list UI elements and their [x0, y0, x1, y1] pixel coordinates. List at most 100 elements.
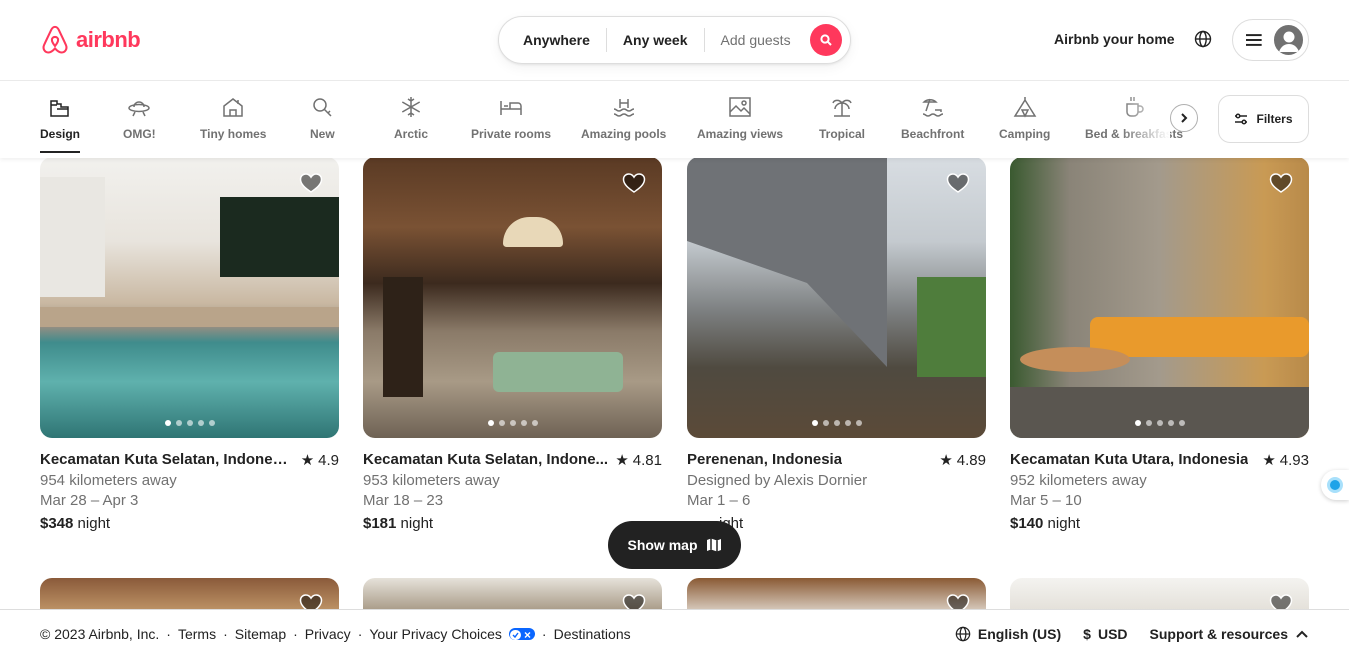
copyright: © 2023 Airbnb, Inc.	[40, 625, 160, 642]
listing-rating: ★ 4.89	[939, 451, 986, 470]
show-map-button[interactable]: Show map	[608, 521, 741, 569]
separator: ·	[357, 625, 363, 642]
tent-icon	[1013, 97, 1037, 118]
listing-price: $140 night	[1010, 515, 1081, 532]
listing-location: Kecamatan Kuta Selatan, Indonesia	[40, 451, 290, 468]
globe-icon[interactable]	[1194, 30, 1212, 53]
separator: ·	[541, 625, 547, 642]
category-arctic[interactable]: Arctic	[394, 95, 428, 141]
listing-dates: Mar 1 – 6	[687, 492, 751, 509]
listing-rating: ★ 4.93	[1262, 451, 1309, 470]
user-menu-button[interactable]	[1232, 19, 1309, 61]
airbnb-logo[interactable]: airbnb	[40, 24, 141, 56]
category-tiny-homes[interactable]: Tiny homes	[200, 95, 266, 141]
support-label: Support & resources	[1149, 625, 1288, 642]
search-button[interactable]	[810, 24, 842, 56]
photo-dots	[687, 420, 986, 426]
globe-icon	[955, 626, 971, 641]
category-label: New	[310, 127, 335, 141]
search-when[interactable]: Any week	[607, 32, 704, 48]
category-label: Beachfront	[901, 127, 965, 141]
category-tropical[interactable]: Tropical	[819, 95, 865, 141]
category-label: Tropical	[819, 127, 866, 141]
star-icon: ★	[939, 452, 953, 469]
host-link[interactable]: Airbnb your home	[1054, 31, 1175, 47]
footer-link-sitemap[interactable]: Sitemap	[235, 626, 286, 642]
category-label: Amazing views	[697, 127, 784, 141]
show-map-label: Show map	[627, 537, 698, 553]
sliders-icon	[1235, 113, 1248, 125]
star-icon: ★	[300, 452, 315, 469]
currency-selector[interactable]: $ USD	[1083, 626, 1127, 642]
category-new[interactable]: New	[310, 95, 335, 141]
separator: ·	[293, 625, 298, 642]
beach-icon	[921, 98, 943, 117]
top-header: airbnb Anywhere Any week Add guests Airb…	[0, 0, 1349, 81]
category-label: Camping	[999, 127, 1051, 141]
pool-icon	[613, 99, 634, 117]
listing-photo[interactable]	[1010, 157, 1309, 438]
footer-link-terms[interactable]: Terms	[178, 626, 216, 642]
currency-label: USD	[1097, 625, 1128, 642]
listing-dates: Mar 18 – 23	[363, 492, 444, 509]
footer: © 2023 Airbnb, Inc. · Terms · Sitemap · …	[0, 609, 1349, 657]
listing-rating: ★ 4.9	[300, 451, 339, 470]
sparkle-key-icon	[313, 98, 332, 117]
tiny-home-icon	[223, 98, 243, 117]
category-bar: Design OMG! Tiny homes New Arctic Privat…	[0, 81, 1349, 158]
footer-link-privacy[interactable]: Privacy	[305, 626, 351, 642]
category-label: Arctic	[394, 127, 429, 141]
search-bar[interactable]: Anywhere Any week Add guests	[498, 16, 851, 64]
snowflake-icon	[401, 97, 421, 117]
airbnb-logo-icon	[42, 25, 68, 54]
heart-icon[interactable]	[1269, 171, 1293, 200]
category-omg[interactable]: OMG!	[123, 95, 156, 141]
category-design[interactable]: Design	[40, 95, 81, 153]
separator: ·	[166, 625, 171, 642]
language-selector[interactable]: English (US)	[955, 626, 1061, 642]
privacy-choices-icon[interactable]	[508, 627, 535, 640]
category-beachfront[interactable]: Beachfront	[901, 95, 964, 141]
listing-dates: Mar 28 – Apr 3	[40, 492, 139, 509]
footer-link-destinations[interactable]: Destinations	[554, 626, 631, 642]
listing-card[interactable]: Perenenan, Indonesia ★ 4.89 Designed by A…	[687, 157, 986, 532]
scroll-fade	[1120, 81, 1170, 158]
listing-photo[interactable]	[40, 157, 339, 438]
avatar	[1273, 25, 1303, 55]
category-amazing-views[interactable]: Amazing views	[697, 95, 783, 141]
palm-icon	[832, 99, 852, 117]
separator: ·	[223, 625, 228, 642]
search-where[interactable]: Anywhere	[499, 32, 606, 48]
listing-location: Kecamatan Kuta Utara, Indonesia	[1010, 451, 1249, 468]
support-resources-button[interactable]: Support & resources	[1150, 626, 1309, 642]
extension-badge[interactable]	[1321, 470, 1349, 500]
listing-location: Perenenan, Indonesia	[687, 451, 843, 468]
ufo-icon	[128, 101, 151, 117]
heart-icon[interactable]	[622, 171, 646, 200]
category-label: Design	[40, 127, 81, 153]
photo-dots	[363, 420, 662, 426]
listing-card[interactable]: Kecamatan Kuta Selatan, Indonesia ★ 4.9 9…	[40, 157, 339, 532]
listing-dates: Mar 5 – 10	[1010, 492, 1082, 509]
listing-rating: ★ 4.81	[615, 451, 662, 470]
listing-distance: 953 kilometers away	[363, 472, 500, 489]
filters-button[interactable]: Filters	[1218, 95, 1309, 143]
photo-dots	[40, 420, 339, 426]
currency-symbol: $	[1083, 625, 1091, 642]
category-amazing-pools[interactable]: Amazing pools	[581, 95, 666, 141]
listing-location: Kecamatan Kuta Selatan, Indone...	[363, 451, 609, 468]
design-icon	[50, 100, 69, 117]
search-guests[interactable]: Add guests	[705, 32, 807, 48]
category-private-rooms[interactable]: Private rooms	[471, 95, 551, 141]
heart-icon[interactable]	[299, 171, 323, 200]
footer-link-privacy-choices[interactable]: Your Privacy Choices	[369, 626, 502, 642]
listing-card[interactable]: Kecamatan Kuta Utara, Indonesia ★ 4.93 95…	[1010, 157, 1309, 532]
listing-photo[interactable]	[687, 157, 986, 438]
category-label: Tiny homes	[200, 127, 267, 141]
listing-card[interactable]: Kecamatan Kuta Selatan, Indone... ★ 4.81 …	[363, 157, 662, 532]
bed-icon	[500, 101, 522, 115]
category-next-button[interactable]	[1170, 104, 1198, 132]
listing-photo[interactable]	[363, 157, 662, 438]
heart-icon[interactable]	[946, 171, 970, 200]
category-camping[interactable]: Camping	[999, 95, 1050, 141]
